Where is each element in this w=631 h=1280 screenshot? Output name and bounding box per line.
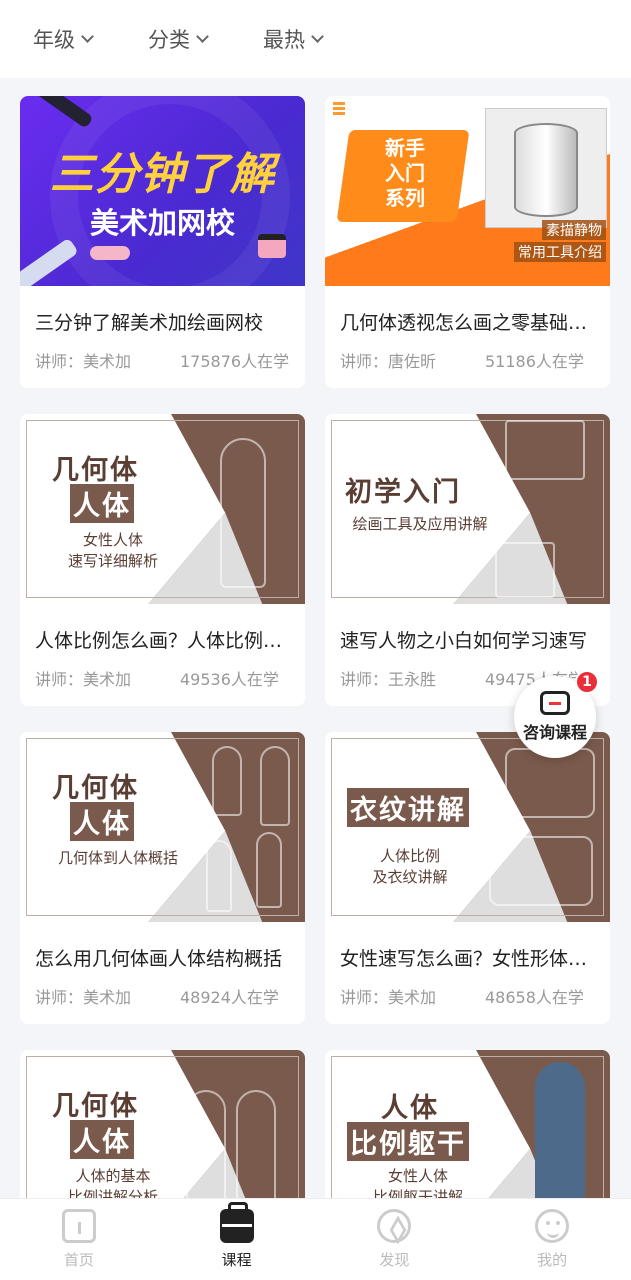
course-title: 速写人物之小白如何学习速写 — [340, 630, 588, 652]
course-thumbnail: 几何体 人体 几何体到人体概括 — [20, 732, 305, 922]
thumbnail-subline: 女性人体 速写详细解析 — [67, 531, 158, 570]
category-filter[interactable]: 分类 — [148, 24, 209, 54]
thumbnail-badge-text: 新手 入门 系列 — [385, 136, 425, 210]
drapery-sketch-image — [489, 836, 593, 906]
figure-sketch-image — [206, 840, 232, 912]
consult-course-label: 咨询课程 — [522, 723, 587, 742]
course-thumbnail: 新手 入门 系列 素描静物 常用工具介绍 — [325, 96, 610, 286]
thumbnail-subline: 人体比例 及衣纹讲解 — [372, 847, 448, 886]
course-teacher: 讲师：美术加 — [35, 670, 132, 689]
tab-home[interactable]: 首页 — [0, 1199, 158, 1280]
chevron-down-icon — [81, 29, 94, 43]
thumbnail-headline: 几何体 — [52, 1091, 139, 1122]
course-teacher: 讲师：唐佐昕 — [340, 352, 437, 371]
thumbnail-headline: 衣纹讲解 — [347, 788, 469, 827]
figure-sketch-image — [220, 438, 266, 588]
figure-sketch-image — [256, 832, 282, 908]
thumbnail-headline: 人体 — [70, 1120, 134, 1159]
course-title: 怎么用几何体画人体结构概括 — [35, 948, 283, 970]
course-thumbnail: 几何体 人体 女性人体 速写详细解析 — [20, 414, 305, 604]
grade-filter[interactable]: 年级 — [33, 24, 94, 54]
thumbnail-headline: 人体 — [381, 1093, 439, 1124]
course-title: 人体比例怎么画？人体比例讲解 — [35, 630, 290, 652]
tab-mine[interactable]: 我的 — [473, 1199, 631, 1280]
thumbnail-tag: 常用工具介绍 — [514, 242, 606, 262]
course-thumbnail: 初学入门 绘画工具及应用讲解 — [325, 414, 610, 604]
category-filter-label: 分类 — [148, 28, 190, 52]
cylinder-sketch-image — [485, 108, 607, 228]
brush-illustration — [28, 96, 94, 129]
course-teacher: 讲师：美术加 — [35, 352, 132, 371]
course-learner-count: 48658人在学 — [485, 988, 584, 1007]
course-title: 几何体透视怎么画之零基础入门 — [340, 312, 595, 334]
course-thumbnail: 三分钟了解 美术加网校 — [20, 96, 305, 286]
tab-course-label: 课程 — [221, 1251, 252, 1269]
bottom-tab-bar: 首页 课程 发现 我的 — [0, 1198, 631, 1280]
course-card[interactable]: 新手 入门 系列 素描静物 常用工具介绍 几何体透视怎么画之零基础入门 讲师：唐… — [325, 96, 610, 388]
course-title: 三分钟了解美术加绘画网校 — [35, 312, 264, 334]
filter-bar: 年级 分类 最热 — [0, 0, 631, 78]
pencils-image — [495, 542, 555, 598]
hot-filter[interactable]: 最热 — [263, 24, 324, 54]
clay-illustration — [90, 246, 130, 260]
figure-sketch-image — [212, 746, 242, 816]
thumbnail-headline: 初学入门 — [345, 477, 461, 508]
thumbnail-headline: 几何体 — [52, 455, 139, 486]
thumbnail-headline: 人体 — [70, 484, 134, 523]
notification-badge: 1 — [575, 670, 599, 694]
course-icon — [219, 1202, 254, 1243]
chevron-down-icon — [196, 29, 209, 43]
thumbnail-tag: 素描静物 — [542, 220, 606, 240]
figure-sketch-image — [260, 746, 290, 826]
thumbnail-headline: 比例躯干 — [347, 1122, 469, 1161]
course-learner-count: 175876人在学 — [180, 352, 290, 371]
course-teacher: 讲师：美术加 — [35, 988, 132, 1007]
course-thumbnail: 衣纹讲解 人体比例 及衣纹讲解 — [325, 732, 610, 922]
course-title: 女性速写怎么画？女性形体讲解 — [340, 948, 595, 970]
thumbnail-headline: 人体 — [70, 802, 134, 841]
tab-home-label: 首页 — [63, 1251, 94, 1269]
tab-discover[interactable]: 发现 — [316, 1199, 474, 1280]
course-card[interactable]: 初学入门 绘画工具及应用讲解 速写人物之小白如何学习速写 讲师：王永胜 4947… — [325, 414, 610, 706]
thumbnail-subline: 几何体到人体概括 — [57, 849, 178, 867]
course-card[interactable]: 几何体 人体 几何体到人体概括 怎么用几何体画人体结构概括 讲师：美术加 489… — [20, 732, 305, 1024]
chevron-down-icon — [311, 29, 324, 43]
tab-course[interactable]: 课程 — [158, 1199, 316, 1280]
tab-mine-label: 我的 — [537, 1251, 568, 1269]
discover-icon — [377, 1209, 412, 1243]
course-card[interactable]: 几何体 人体 女性人体 速写详细解析 人体比例怎么画？人体比例讲解 讲师：美术加… — [20, 414, 305, 706]
course-card[interactable]: 三分钟了解 美术加网校 三分钟了解美术加绘画网校 讲师：美术加 175876人在… — [20, 96, 305, 388]
course-card[interactable]: 衣纹讲解 人体比例 及衣纹讲解 女性速写怎么画？女性形体讲解 讲师：美术加 48… — [325, 732, 610, 1024]
thumbnail-subline: 绘画工具及应用讲解 — [352, 515, 488, 533]
course-learner-count: 48924人在学 — [180, 988, 279, 1007]
chat-bubble-icon — [540, 691, 570, 715]
thumbnail-subline: 美术加网校 — [89, 206, 235, 240]
course-teacher: 讲师：王永胜 — [340, 670, 437, 689]
course-teacher: 讲师：美术加 — [340, 988, 437, 1007]
menu-stripes-icon — [333, 102, 345, 105]
tab-discover-label: 发现 — [379, 1251, 410, 1269]
home-icon — [61, 1209, 96, 1243]
thumbnail-headline: 几何体 — [52, 773, 139, 804]
thumbnail-headline: 三分钟了解 — [50, 149, 275, 200]
course-learner-count: 49536人在学 — [180, 670, 279, 689]
course-learner-count: 51186人在学 — [485, 352, 584, 371]
pencils-image — [505, 420, 585, 480]
mine-icon — [535, 1209, 570, 1243]
drapery-sketch-image — [505, 748, 595, 818]
grade-filter-label: 年级 — [33, 28, 75, 52]
hot-filter-label: 最热 — [263, 28, 305, 52]
